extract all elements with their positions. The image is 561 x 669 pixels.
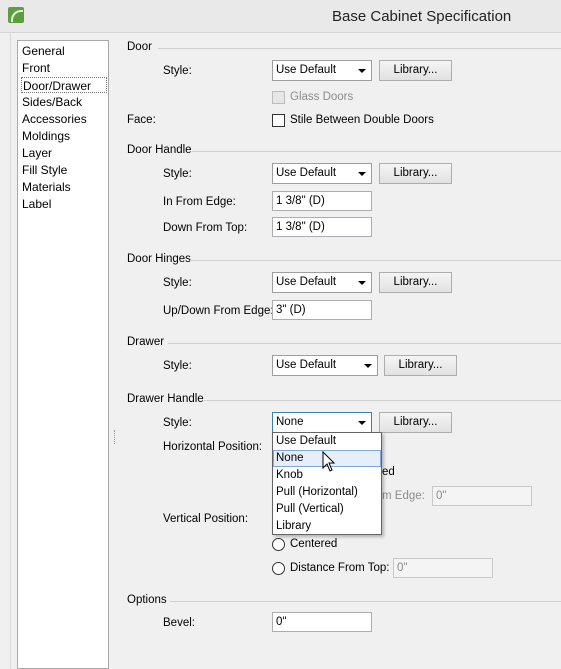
down-from-top-input[interactable]: 1 3/8" (D) bbox=[272, 217, 372, 237]
section-door-hinges: Door Hinges bbox=[127, 253, 191, 265]
mouse-cursor-icon bbox=[322, 451, 336, 472]
chevron-down-icon bbox=[364, 364, 372, 368]
down-from-top-value: 1 3/8" (D) bbox=[276, 221, 325, 233]
in-from-edge-input[interactable]: 1 3/8" (D) bbox=[272, 191, 372, 211]
dropdown-option-pull-vertical[interactable]: Pull (Vertical) bbox=[273, 501, 381, 518]
sidebar-item-front[interactable]: Front bbox=[21, 60, 50, 76]
distance-from-top-input: 0" bbox=[393, 558, 493, 578]
door-handle-style-label: Style: bbox=[163, 168, 192, 180]
horizontal-option-partial-label: ed bbox=[382, 466, 395, 478]
down-from-top-label: Down From Top: bbox=[163, 222, 248, 234]
drawer-handle-style-value: None bbox=[276, 416, 304, 428]
distance-from-top-value: 0" bbox=[397, 562, 408, 574]
in-from-edge-label: In From Edge: bbox=[163, 196, 236, 208]
bevel-label: Bevel: bbox=[163, 617, 195, 629]
drawer-style-value: Use Default bbox=[276, 359, 337, 371]
dropdown-option-pull-horizontal[interactable]: Pull (Horizontal) bbox=[273, 484, 381, 501]
stile-label[interactable]: Stile Between Double Doors bbox=[290, 114, 434, 126]
door-hinges-style-label: Style: bbox=[163, 277, 192, 289]
door-style-value: Use Default bbox=[276, 64, 337, 76]
chevron-down-icon bbox=[358, 421, 366, 425]
app-logo-icon bbox=[8, 7, 24, 23]
in-from-edge-value: 1 3/8" (D) bbox=[276, 195, 325, 207]
sidebar-item-moldings[interactable]: Moldings bbox=[21, 128, 70, 144]
splitter-grip[interactable] bbox=[114, 430, 117, 444]
updown-from-edge-label: Up/Down From Edge: bbox=[163, 305, 274, 317]
vertical-position-label: Vertical Position: bbox=[163, 513, 249, 525]
section-drawer-handle: Drawer Handle bbox=[127, 393, 204, 405]
face-label: Face: bbox=[127, 114, 156, 126]
drawer-style-label: Style: bbox=[163, 360, 192, 372]
drawer-handle-library-button[interactable]: Library... bbox=[379, 412, 452, 433]
title-bar: Base Cabinet Specification bbox=[0, 0, 561, 33]
sidebar-item-accessories[interactable]: Accessories bbox=[21, 111, 87, 127]
drawer-style-select[interactable]: Use Default bbox=[272, 355, 378, 376]
dropdown-option-use-default[interactable]: Use Default bbox=[273, 433, 381, 450]
bevel-input[interactable]: 0" bbox=[272, 612, 372, 632]
divider bbox=[190, 260, 561, 261]
section-options: Options bbox=[127, 594, 167, 606]
from-edge-input: 0" bbox=[432, 486, 532, 506]
glass-doors-checkbox bbox=[272, 91, 285, 104]
chevron-down-icon bbox=[358, 69, 366, 73]
sidebar-item-materials[interactable]: Materials bbox=[21, 179, 71, 195]
sidebar-item-door-drawer[interactable]: Door/Drawer bbox=[21, 77, 107, 93]
category-list[interactable]: General Front Door/Drawer Sides/Back Acc… bbox=[17, 40, 109, 669]
dropdown-option-library[interactable]: Library bbox=[273, 518, 381, 535]
door-handle-library-button[interactable]: Library... bbox=[379, 163, 452, 184]
updown-from-edge-input[interactable]: 3" (D) bbox=[272, 300, 372, 320]
distance-from-top-label[interactable]: Distance From Top: bbox=[290, 562, 390, 574]
divider bbox=[170, 601, 561, 602]
updown-from-edge-value: 3" (D) bbox=[276, 304, 306, 316]
section-door: Door bbox=[127, 41, 152, 53]
sidebar-item-general[interactable]: General bbox=[21, 43, 65, 59]
window-title: Base Cabinet Specification bbox=[332, 8, 512, 25]
sidebar-item-label[interactable]: Label bbox=[21, 196, 51, 212]
divider bbox=[168, 343, 561, 344]
from-edge-partial-label: m Edge: bbox=[382, 490, 425, 502]
drawer-library-button[interactable]: Library... bbox=[384, 355, 457, 376]
drawer-handle-style-select[interactable]: None bbox=[272, 412, 372, 433]
bevel-value: 0" bbox=[276, 616, 287, 628]
centered-radio[interactable] bbox=[272, 538, 285, 551]
divider bbox=[192, 151, 561, 152]
door-handle-style-select[interactable]: Use Default bbox=[272, 163, 372, 184]
horizontal-position-label: Horizontal Position: bbox=[163, 441, 263, 453]
sidebar-item-sides-back[interactable]: Sides/Back bbox=[21, 94, 82, 110]
distance-from-top-radio[interactable] bbox=[272, 562, 285, 575]
door-hinges-library-button[interactable]: Library... bbox=[379, 272, 452, 293]
sidebar-item-fill-style[interactable]: Fill Style bbox=[21, 162, 67, 178]
chevron-down-icon bbox=[358, 172, 366, 176]
drawer-handle-style-label: Style: bbox=[163, 417, 192, 429]
divider bbox=[204, 400, 561, 401]
section-drawer: Drawer bbox=[127, 336, 165, 348]
section-door-handle: Door Handle bbox=[127, 144, 192, 156]
centered-label[interactable]: Centered bbox=[290, 538, 337, 550]
sidebar-item-layer[interactable]: Layer bbox=[21, 145, 52, 161]
door-style-label: Style: bbox=[163, 65, 192, 77]
chevron-down-icon bbox=[358, 281, 366, 285]
door-hinges-style-select[interactable]: Use Default bbox=[272, 272, 372, 293]
glass-doors-label: Glass Doors bbox=[290, 91, 354, 103]
drawer-handle-style-dropdown[interactable]: Use Default None Knob Pull (Horizontal) … bbox=[272, 432, 382, 535]
door-hinges-style-value: Use Default bbox=[276, 276, 337, 288]
divider bbox=[158, 48, 561, 49]
door-library-button[interactable]: Library... bbox=[379, 60, 452, 81]
door-handle-style-value: Use Default bbox=[276, 167, 337, 179]
from-edge-value: 0" bbox=[436, 490, 447, 502]
door-style-select[interactable]: Use Default bbox=[272, 60, 372, 81]
stile-checkbox[interactable] bbox=[272, 114, 285, 127]
